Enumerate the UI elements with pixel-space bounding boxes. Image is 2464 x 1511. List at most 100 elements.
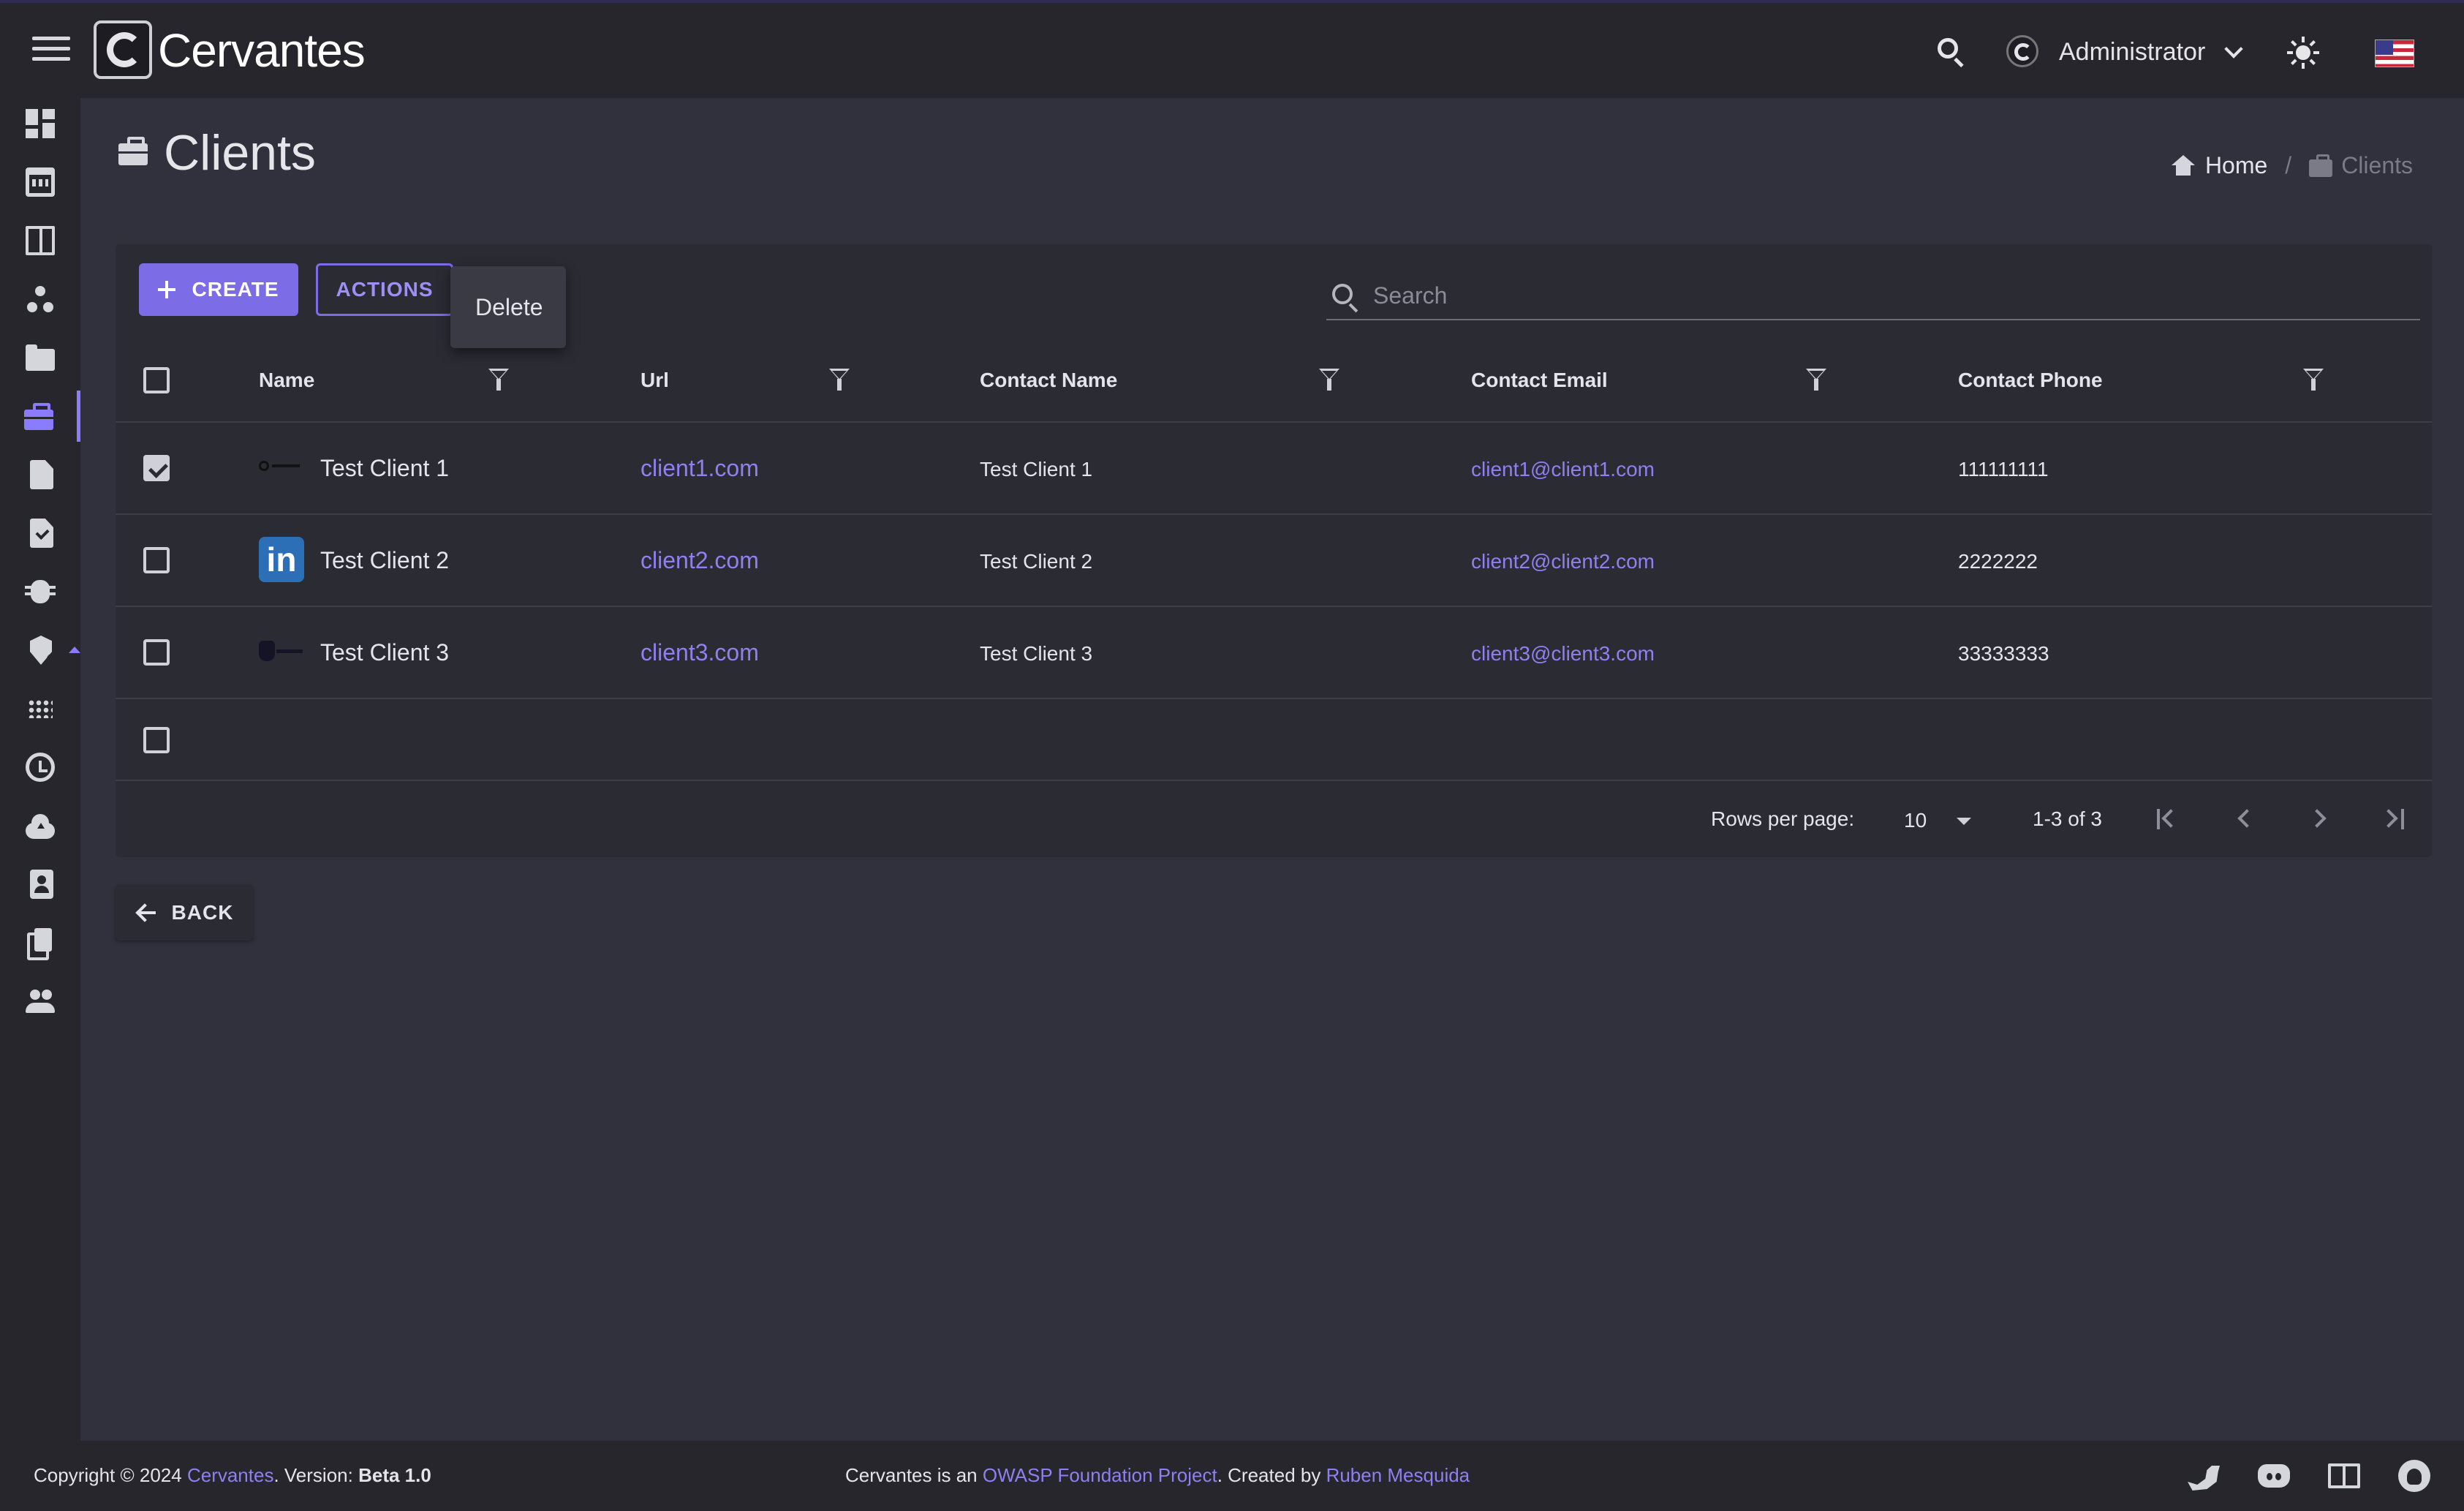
clients-data-grid: CREATE ACTIONS Delete Name Url Contact N… bbox=[116, 244, 2432, 857]
create-button[interactable]: CREATE bbox=[139, 263, 298, 316]
bug-icon bbox=[25, 580, 56, 603]
badge-icon bbox=[30, 870, 53, 899]
page-range: 1-3 of 3 bbox=[2033, 807, 2102, 830]
client-url-link[interactable]: client2.com bbox=[640, 547, 759, 574]
sidebar-item-apps[interactable] bbox=[0, 683, 80, 734]
contact-phone: 33333333 bbox=[1958, 642, 2049, 665]
table-row[interactable]: Test Client 3 client3.com Test Client 3 … bbox=[116, 607, 2432, 699]
column-header-name[interactable]: Name bbox=[259, 369, 314, 392]
search-input[interactable] bbox=[1373, 279, 2397, 312]
cervantes-link[interactable]: Cervantes bbox=[187, 1464, 274, 1486]
contact-phone: 111111111 bbox=[1958, 458, 2049, 481]
user-name[interactable]: Administrator bbox=[2059, 38, 2205, 67]
column-header-contact-name[interactable]: Contact Name bbox=[980, 369, 1117, 392]
author-link[interactable]: Ruben Mesquida bbox=[1326, 1464, 1470, 1486]
client-url-link[interactable]: client1.com bbox=[640, 455, 759, 482]
sun-icon[interactable] bbox=[2287, 37, 2319, 69]
contact-name: Test Client 1 bbox=[980, 458, 1093, 481]
owasp-link[interactable]: OWASP Foundation Project bbox=[983, 1464, 1217, 1486]
version: Beta 1.0 bbox=[358, 1464, 431, 1486]
first-page-icon[interactable] bbox=[2155, 807, 2182, 831]
select-all-checkbox[interactable] bbox=[143, 367, 170, 393]
filter-icon[interactable] bbox=[488, 369, 509, 392]
copy-icon bbox=[26, 928, 55, 960]
arrow-left-icon bbox=[135, 904, 156, 922]
cervantes-logo-icon[interactable] bbox=[94, 20, 152, 79]
actions-label: ACTIONS bbox=[336, 278, 434, 301]
plus-icon bbox=[158, 281, 176, 298]
table-header: Name Url Contact Name Contact Email Cont… bbox=[116, 336, 2432, 423]
sidebar-item-documents[interactable] bbox=[0, 449, 80, 500]
sidebar-item-upload[interactable] bbox=[0, 800, 80, 851]
filter-icon[interactable] bbox=[1806, 369, 1826, 392]
client-url-link[interactable]: client3.com bbox=[640, 639, 759, 666]
footer: Copyright © 2024 Cervantes. Version: Bet… bbox=[0, 1441, 2464, 1511]
briefcase-icon bbox=[118, 137, 148, 165]
client-name: Test Client 2 bbox=[320, 547, 450, 573]
avatar[interactable] bbox=[2006, 35, 2038, 67]
column-header-contact-email[interactable]: Contact Email bbox=[1471, 369, 1608, 392]
top-app-bar: Cervantes Administrator bbox=[0, 0, 2464, 98]
row-checkbox[interactable] bbox=[143, 455, 170, 481]
sidebar-item-users[interactable] bbox=[0, 976, 80, 1027]
row-checkbox[interactable] bbox=[143, 727, 170, 753]
clock-icon bbox=[26, 753, 55, 782]
us-flag-icon[interactable] bbox=[2375, 39, 2414, 67]
previous-page-icon[interactable] bbox=[2233, 807, 2259, 831]
row-checkbox[interactable] bbox=[143, 639, 170, 666]
discord-icon[interactable] bbox=[2258, 1464, 2290, 1488]
column-header-url[interactable]: Url bbox=[640, 369, 669, 392]
row-checkbox[interactable] bbox=[143, 547, 170, 573]
footer-credits: Cervantes is an OWASP Foundation Project… bbox=[845, 1464, 1470, 1486]
sidebar-item-projects[interactable] bbox=[0, 332, 80, 383]
sidebar-item-contacts[interactable] bbox=[0, 859, 80, 910]
sidebar-item-history[interactable] bbox=[0, 742, 80, 793]
filter-icon[interactable] bbox=[1319, 369, 1339, 392]
filter-icon[interactable] bbox=[2303, 369, 2324, 392]
cloud-upload-icon bbox=[26, 814, 55, 839]
last-page-icon[interactable] bbox=[2379, 807, 2407, 831]
twitter-icon[interactable] bbox=[2188, 1466, 2220, 1491]
filter-icon[interactable] bbox=[829, 369, 850, 392]
menu-icon[interactable] bbox=[32, 37, 70, 66]
breadcrumb-current: Clients bbox=[2341, 152, 2413, 178]
table-row[interactable]: in Test Client 2 client2.com Test Client… bbox=[116, 515, 2432, 607]
sidebar-item-security[interactable] bbox=[0, 625, 80, 676]
rows-per-page-label: Rows per page: bbox=[1711, 807, 1855, 830]
chevron-down-icon[interactable] bbox=[2224, 39, 2243, 59]
search-field[interactable] bbox=[1326, 274, 2420, 320]
docs-book-icon[interactable] bbox=[2328, 1463, 2360, 1488]
sidebar-item-workspaces[interactable] bbox=[0, 274, 80, 325]
breadcrumb-home[interactable]: Home bbox=[2205, 152, 2267, 179]
contact-email-link[interactable]: client1@client1.com bbox=[1471, 458, 1655, 481]
brand-name[interactable]: Cervantes bbox=[158, 23, 366, 78]
footer-copyright: Copyright © 2024 Cervantes. Version: Bet… bbox=[34, 1464, 431, 1486]
caret-down-icon[interactable] bbox=[1957, 818, 1971, 825]
next-page-icon[interactable] bbox=[2308, 807, 2334, 831]
briefcase-icon bbox=[2309, 154, 2333, 177]
sidebar-item-calendar[interactable] bbox=[0, 157, 80, 208]
sidebar-item-clients[interactable] bbox=[0, 391, 80, 442]
client-name: Test Client 3 bbox=[320, 639, 450, 666]
home-icon[interactable] bbox=[2171, 154, 2195, 177]
column-header-contact-phone[interactable]: Contact Phone bbox=[1958, 369, 2103, 392]
sidebar-item-knowledge[interactable] bbox=[0, 215, 80, 266]
sidebar-item-dashboard[interactable] bbox=[0, 98, 80, 149]
book-icon bbox=[26, 226, 55, 255]
delete-menu-item[interactable]: Delete bbox=[475, 294, 543, 321]
back-button[interactable]: BACK bbox=[116, 885, 253, 941]
contact-email-link[interactable]: client3@client3.com bbox=[1471, 642, 1655, 666]
shield-icon bbox=[30, 636, 52, 665]
table-row[interactable]: Test Client 1 client1.com Test Client 1 … bbox=[116, 423, 2432, 515]
sidebar-item-templates[interactable] bbox=[0, 917, 80, 968]
sidebar-item-vulnerabilities[interactable] bbox=[0, 566, 80, 617]
rows-per-page-select[interactable]: 10 bbox=[1904, 809, 1927, 832]
table-row-empty bbox=[116, 699, 2432, 781]
actions-button[interactable]: ACTIONS bbox=[316, 263, 453, 316]
contact-email-link[interactable]: client2@client2.com bbox=[1471, 550, 1655, 573]
sidebar-item-tasks[interactable] bbox=[0, 508, 80, 559]
workspaces-icon bbox=[26, 285, 55, 314]
linkedin-logo-icon: in bbox=[259, 537, 304, 582]
caret-up-icon[interactable] bbox=[69, 647, 80, 653]
github-icon[interactable] bbox=[2398, 1460, 2430, 1492]
